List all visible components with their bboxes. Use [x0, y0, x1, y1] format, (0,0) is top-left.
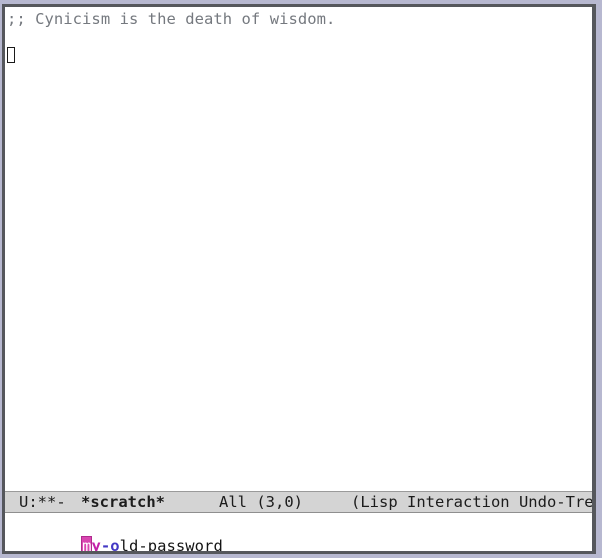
echo-area[interactable]: my-old-password Password entry: my- — [5, 514, 592, 551]
mode-line-status: U:**- — [19, 493, 66, 511]
emacs-frame-inner: ;; Cynicism is the death of wisdom. U:**… — [2, 4, 596, 554]
mode-line[interactable]: U:**- *scratch* All (3,0) (Lisp Interact… — [5, 491, 592, 513]
mode-line-major-minor-modes[interactable]: (Lisp Interaction Undo-Tree — [351, 492, 592, 512]
buffer-text-area[interactable]: ;; Cynicism is the death of wisdom. — [5, 7, 592, 491]
buffer-point-cursor — [7, 47, 15, 63]
mode-line-position[interactable]: All (3,0) — [219, 492, 303, 512]
minibuffer-line[interactable]: Password entry: my- — [7, 537, 268, 551]
buffer-line-cursor — [7, 46, 15, 64]
completion-candidate-line[interactable]: my-old-password — [7, 518, 223, 551]
buffer-line-comment: ;; Cynicism is the death of wisdom. — [7, 10, 336, 28]
left-fringe — [5, 7, 7, 491]
mode-line-buffer-name[interactable]: *scratch* — [81, 492, 165, 512]
emacs-frame: ;; Cynicism is the death of wisdom. U:**… — [0, 0, 602, 558]
